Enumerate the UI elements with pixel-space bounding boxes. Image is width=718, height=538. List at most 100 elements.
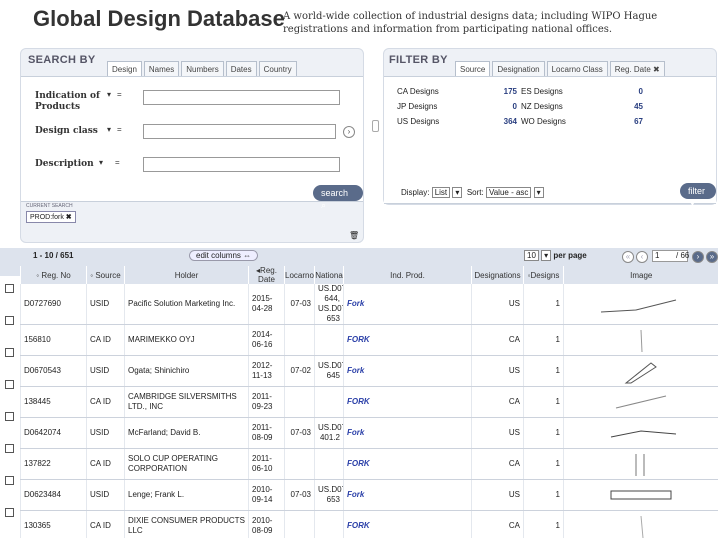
indication-input[interactable] [143, 90, 340, 105]
col-reg-no[interactable]: ◦ Reg. No [20, 266, 87, 284]
reg-no-cell: 156810 [20, 324, 87, 356]
image-cell[interactable] [563, 479, 718, 511]
col-designs[interactable]: ◦Designs [523, 266, 564, 284]
design-class-input[interactable] [143, 124, 336, 139]
ind-prod-cell: Fork [343, 284, 472, 325]
chevron-down-icon[interactable]: ▾ [541, 250, 552, 261]
design-thumbnail[interactable] [596, 388, 686, 416]
display-select[interactable]: List [431, 187, 451, 198]
design-thumbnail[interactable] [596, 512, 686, 538]
col-designations[interactable]: Designations [471, 266, 524, 284]
table-row[interactable]: D0670543 USID Ogata; Shinichiro 2012-11-13 0… [20, 355, 718, 387]
prev-page-icon[interactable]: ‹ [636, 251, 648, 263]
filter-button[interactable]: filter ▼ [680, 183, 716, 208]
source-cell-text: USID [90, 299, 110, 308]
row-checkbox[interactable] [5, 284, 14, 293]
tab-numbers[interactable]: Numbers [181, 61, 224, 76]
sort-select[interactable]: Value - asc [485, 187, 532, 198]
ind-prod-cell-text[interactable]: Fork [347, 490, 364, 499]
source-item-es[interactable]: ES Designs 0 [521, 87, 643, 98]
tab-locarno-class[interactable]: Locarno Class [546, 61, 608, 76]
ind-prod-cell-text[interactable]: FORK [347, 521, 370, 530]
ind-prod-cell-text[interactable]: Fork [347, 299, 364, 308]
image-cell[interactable] [563, 448, 718, 480]
table-row[interactable]: D0727690 USID Pacific Solution Marketing I… [20, 284, 718, 325]
source-item-ca[interactable]: CA Designs 175 [397, 87, 517, 98]
close-icon[interactable]: ✖ [653, 65, 660, 74]
ind-prod-cell-text[interactable]: FORK [347, 459, 370, 468]
design-thumbnail[interactable] [596, 326, 686, 354]
col-source[interactable]: ◦ Source [86, 266, 125, 284]
row-checkbox[interactable] [5, 444, 14, 453]
current-search-tag[interactable]: PROD:fork ✖ [26, 211, 76, 223]
field-options-icon[interactable]: ▾ [99, 158, 103, 167]
row-checkbox[interactable] [5, 380, 14, 389]
row-checkbox[interactable] [5, 412, 14, 421]
collapse-handle[interactable] [372, 120, 379, 132]
design-thumbnail[interactable] [596, 419, 686, 447]
ind-prod-cell-text[interactable]: Fork [347, 428, 364, 437]
ind-prod-cell-text[interactable]: FORK [347, 335, 370, 344]
search-button[interactable]: search ⌕ [313, 185, 363, 210]
class-lookup-icon[interactable]: › [343, 126, 355, 138]
source-item-jp[interactable]: JP Designs 0 [397, 102, 517, 113]
tab-names[interactable]: Names [143, 61, 180, 76]
design-thumbnail[interactable] [596, 450, 686, 478]
page-count: / 66 [676, 251, 690, 260]
tab-designation[interactable]: Designation [492, 61, 545, 76]
chevron-down-icon[interactable]: ▾ [452, 187, 463, 198]
trash-icon[interactable]: 🗑 [349, 231, 359, 240]
design-thumbnail[interactable] [596, 290, 686, 318]
tab-dates[interactable]: Dates [225, 61, 257, 76]
next-page-icon[interactable]: › [692, 251, 704, 263]
design-thumbnail[interactable] [596, 481, 686, 509]
image-cell[interactable] [563, 510, 718, 538]
edit-columns-button[interactable]: edit columns ⇔ [189, 250, 259, 261]
site-title[interactable]: Global Design Database [33, 6, 285, 32]
ind-prod-cell-text[interactable]: Fork [347, 366, 364, 375]
source-item-wo[interactable]: WO Designs 67 [521, 117, 643, 128]
designations-cell: US [471, 284, 524, 325]
designs-cell: 1 [523, 510, 564, 538]
col-nationa[interactable]: Nationa [314, 266, 344, 284]
table-row[interactable]: 138445 CA ID CAMBRIDGE SILVERSMITHS LTD., … [20, 386, 718, 418]
tab-design[interactable]: Design [107, 61, 142, 76]
col-locarno[interactable]: Locarno [284, 266, 315, 284]
holder-cell-text: Pacific Solution Marketing Inc. [128, 299, 236, 308]
source-cell-text: CA ID [90, 335, 111, 344]
source-item-us[interactable]: US Designs 364 [397, 117, 517, 128]
ind-prod-cell-text[interactable]: FORK [347, 397, 370, 406]
remove-icon[interactable]: ✖ [66, 214, 72, 221]
table-row[interactable]: D0642074 USID McFarland; David B. 2011-08-0… [20, 417, 718, 449]
chevron-down-icon[interactable]: ▾ [533, 187, 544, 198]
row-checkbox[interactable] [5, 348, 14, 357]
image-cell[interactable] [563, 355, 718, 387]
tab-country[interactable]: Country [258, 61, 297, 76]
row-checkbox[interactable] [5, 508, 14, 517]
image-cell[interactable] [563, 284, 718, 325]
row-checkbox[interactable] [5, 476, 14, 485]
source-list: CA Designs 175 ES Designs 0 JP Designs 0 NZ… [384, 76, 716, 208]
nationa-cell-text: US.D07-645 [318, 361, 344, 380]
row-checkbox[interactable] [5, 316, 14, 325]
description-input[interactable] [143, 157, 340, 172]
tab-reg-date[interactable]: Reg. Date ✖ [609, 61, 665, 76]
table-row[interactable]: 130365 CA ID DIXIE CONSUMER PRODUCTS LLC 20… [20, 510, 718, 538]
image-cell[interactable] [563, 324, 718, 356]
source-item-nz[interactable]: NZ Designs 45 [521, 102, 643, 113]
table-row[interactable]: 137822 CA ID SOLO CUP OPERATING CORPORATIO… [20, 448, 718, 480]
tab-source[interactable]: Source [455, 61, 491, 76]
field-options-icon[interactable]: ▾ [107, 125, 111, 134]
image-cell[interactable] [563, 417, 718, 449]
field-options-icon[interactable]: ▾ [107, 90, 111, 99]
col-reg-date[interactable]: ◂Reg. Date [248, 266, 285, 284]
image-cell[interactable] [563, 386, 718, 418]
table-row[interactable]: D0623484 USID Lenge; Frank L. 2010-09-14 07-… [20, 479, 718, 511]
col-holder[interactable]: Holder [124, 266, 249, 284]
table-row[interactable]: 156810 CA ID MARIMEKKO OYJ 2014-06-16 FORK CA… [20, 324, 718, 356]
per-page-select[interactable]: 10 [524, 250, 539, 261]
last-page-icon[interactable]: » [706, 251, 718, 263]
col-ind-prod[interactable]: Ind. Prod. [343, 266, 472, 284]
design-thumbnail[interactable] [596, 357, 686, 385]
first-page-icon[interactable]: « [622, 251, 634, 263]
